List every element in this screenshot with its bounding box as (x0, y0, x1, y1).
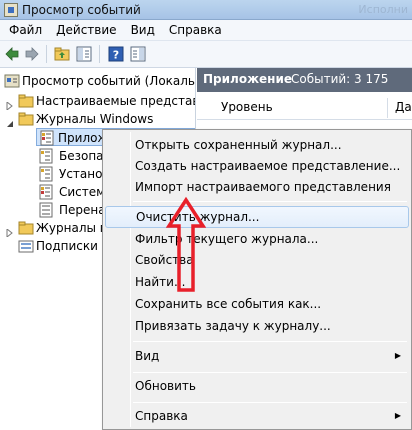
collapse-triangle-icon[interactable] (6, 115, 14, 127)
column-header-level[interactable]: Уровень (221, 100, 273, 114)
tree-node-label: Подписки (36, 239, 98, 253)
menu-item-filter-current-log[interactable]: Фильтр текущего журнала... (105, 228, 409, 250)
submenu-arrow-icon: ▶ (394, 411, 401, 420)
menu-item-save-all-events-as[interactable]: Сохранить все события как... (105, 293, 409, 315)
menu-separator (133, 402, 407, 403)
tree-node-label: Просмотр событий (Локальны (22, 74, 196, 88)
menu-item-view[interactable]: Вид ▶ (105, 345, 409, 367)
menu-item-import-custom-view[interactable]: Импорт настраиваемого представления (105, 176, 409, 198)
tree-node-label: Перена (59, 203, 106, 217)
menu-item-attach-task-to-log[interactable]: Привязать задачу к журналу... (105, 315, 409, 337)
expand-triangle-icon[interactable] (6, 224, 14, 239)
tree-node-label: Журналы Windows (36, 112, 154, 126)
title-bar: Просмотр событий Исполни (0, 0, 412, 20)
tree-node-event-viewer-root[interactable]: Просмотр событий (Локальны (2, 72, 196, 90)
menu-separator (133, 201, 407, 202)
menu-bar: Файл Действие Вид Справка (0, 20, 412, 41)
menu-item-find[interactable]: Найти... (105, 271, 409, 293)
window-title: Просмотр событий (22, 3, 141, 17)
toolbar-separator (99, 45, 100, 63)
show-hide-console-tree-icon[interactable] (76, 46, 92, 62)
toolbar-separator (46, 45, 47, 63)
menu-file[interactable]: Файл (2, 23, 49, 37)
subscriptions-icon (18, 238, 34, 254)
context-menu: Открыть сохраненный журнал... Создать на… (102, 129, 412, 430)
title-bar-faded-text: Исполни (358, 3, 408, 16)
menu-item-help[interactable]: Справка ▶ (105, 405, 409, 427)
menu-help[interactable]: Справка (162, 23, 229, 37)
toolbar: ? (0, 41, 412, 68)
tree-node-label: Настраиваемые представле (36, 94, 195, 108)
submenu-arrow-icon: ▶ (394, 351, 401, 360)
menu-separator (133, 341, 407, 342)
menu-action[interactable]: Действие (49, 23, 123, 37)
folder-up-icon[interactable] (54, 46, 70, 62)
log-name: Приложение (203, 72, 292, 86)
menu-item-label: Справка (135, 409, 188, 423)
menu-item-open-saved-log[interactable]: Открыть сохраненный журнал... (105, 134, 409, 156)
menu-view[interactable]: Вид (124, 23, 162, 37)
folder-icon (18, 111, 34, 127)
tree-node-label: Прилож (58, 131, 109, 145)
log-header-bar: Приложение Событий: 3 175 (197, 68, 412, 92)
tree-node-label: Систем (59, 185, 106, 199)
log-icon (39, 130, 55, 146)
log-icon (38, 184, 54, 200)
event-viewer-icon (4, 73, 20, 89)
event-viewer-app-icon (4, 3, 18, 17)
column-separator[interactable] (387, 98, 388, 118)
folder-icon (18, 220, 34, 236)
tree-node-custom-views[interactable]: Настраиваемые представле (6, 92, 195, 112)
menu-item-properties[interactable]: Свойства (105, 249, 409, 271)
log-icon (38, 202, 54, 218)
tree-node-windows-logs[interactable]: Журналы Windows (6, 110, 195, 128)
menu-item-refresh[interactable]: Обновить (105, 375, 409, 397)
back-arrow-icon[interactable] (4, 46, 20, 62)
expand-triangle-icon[interactable] (6, 97, 14, 112)
tree-node-label: Журналы п (36, 221, 108, 235)
log-icon (38, 166, 54, 182)
help-icon[interactable]: ? (108, 46, 124, 62)
menu-item-label: Вид (135, 349, 160, 363)
events-count: Событий: 3 175 (291, 72, 389, 86)
svg-text:?: ? (113, 49, 119, 62)
log-icon (38, 148, 54, 164)
folder-icon (18, 93, 34, 109)
forward-arrow-icon[interactable] (24, 46, 40, 62)
tree-node-label: Устано (59, 167, 103, 181)
menu-separator (133, 372, 407, 373)
menu-item-clear-log[interactable]: Очистить журнал... (105, 206, 409, 228)
events-table-header: Уровень Дат (197, 96, 412, 120)
show-action-pane-icon[interactable] (130, 46, 146, 62)
menu-item-create-custom-view[interactable]: Создать настраиваемое представление... (105, 155, 409, 177)
column-header-date[interactable]: Дат (395, 100, 412, 114)
